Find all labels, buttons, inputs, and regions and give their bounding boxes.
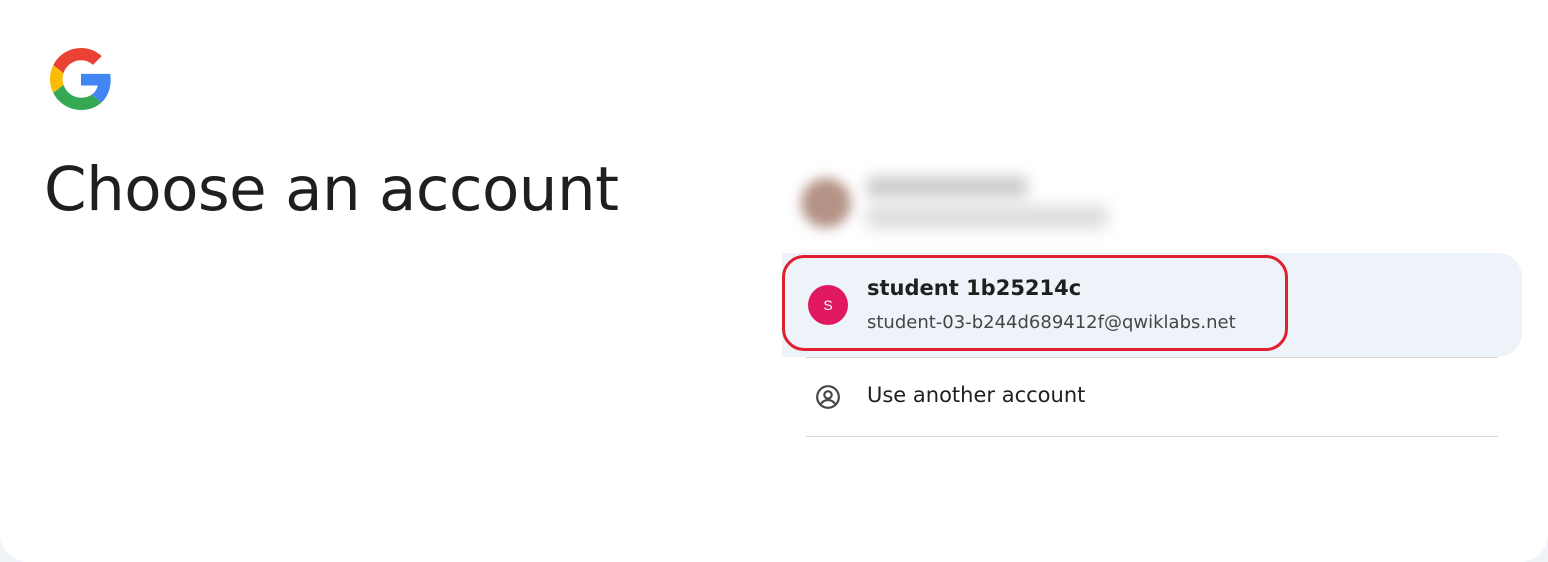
blurred-account-email	[867, 206, 1107, 228]
use-another-account-label: Use another account	[867, 383, 1086, 407]
blurred-avatar	[801, 178, 851, 228]
account-email: student-03-b244d689412f@qwiklabs.net	[867, 312, 1236, 333]
account-name: student 1b25214c	[867, 276, 1082, 300]
account-chooser-card: Choose an account S student 1b25214c stu…	[0, 0, 1548, 562]
divider	[806, 436, 1498, 437]
avatar: S	[808, 285, 848, 325]
page-title: Choose an account	[44, 154, 619, 225]
google-g-icon	[50, 48, 111, 110]
account-circle-icon	[816, 385, 840, 409]
blurred-account-name	[867, 176, 1027, 198]
blurred-account-item[interactable]	[795, 160, 1125, 250]
highlight-annotation	[782, 255, 1288, 351]
